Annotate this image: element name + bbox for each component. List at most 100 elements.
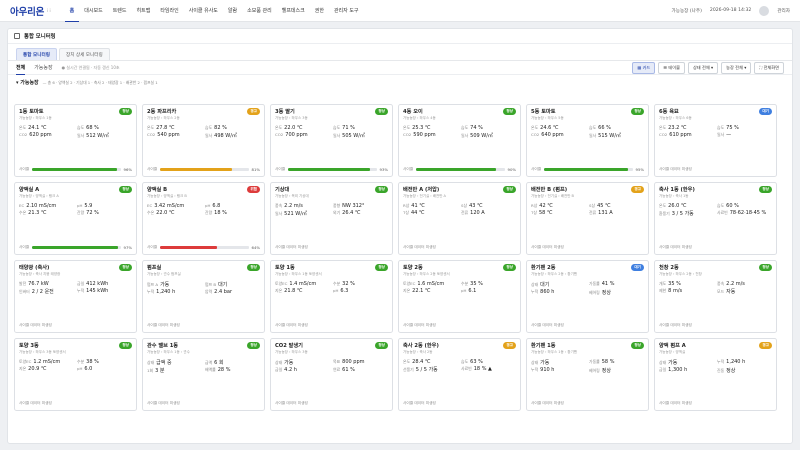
device-card[interactable]: 환기팬 2동 가능농장 › 하우스 2동 › 환기팬 대기 상태 대기 가동률 41… xyxy=(526,260,649,333)
metric-list: 온도 28.4 ℃ 습도 63 % 선풍기 5 / 5 가동 사료빈 18 % … xyxy=(403,359,516,373)
device-card[interactable]: 환기팬 1동 가능농장 › 하우스 1동 › 환기팬 정상 상태 가동 가동률 58… xyxy=(526,338,649,411)
device-card[interactable]: 태양광 (축사) 가능농장 › 축사 지붕 태양광 정상 발전 76.7 kW 금일… xyxy=(14,260,137,333)
status-badge: 정상 xyxy=(759,264,772,271)
nav-item[interactable]: 히트맵 xyxy=(132,0,156,22)
metric-value: 6.8 xyxy=(212,203,221,209)
device-card[interactable]: 관수 밸브 1동 가능농장 › 하우스 1동 › 관수 정상 상태 급액 중 급액 … xyxy=(142,338,265,411)
device-card[interactable]: 배전반 A (저압) 가능농장 › 전기실 › 배전반 A 정상 R상 41 ℃ S… xyxy=(398,182,521,255)
nav-item[interactable]: 트렌드 xyxy=(108,0,132,22)
card-view-button[interactable]: ▦ 카드 xyxy=(632,61,656,74)
metric-label: 토양EC xyxy=(403,281,416,286)
farm-filter-select[interactable]: 농장 전체 ▾ xyxy=(721,61,752,74)
device-card[interactable]: 양액실 B 가능농장 › 양액실 › 탱크 B 위험 EC 3.42 mS/cm p… xyxy=(142,182,265,255)
app-logo[interactable]: 아우리온 xyxy=(10,4,44,18)
cycle-footer: 사이클 데이터 미생성 xyxy=(19,401,132,406)
metric-value: 910 h xyxy=(540,367,555,373)
device-card[interactable]: 기상대 가능농장 › 옥외 기상대 정상 풍속 2.2 m/s 풍향 NW 312°… xyxy=(270,182,393,255)
device-location: 가능농장 › 하우스 3동 xyxy=(275,116,308,120)
device-card[interactable]: 6동 육묘 가능농장 › 하우스 6동 대기 온도 23.2 ℃ 습도 75 % C… xyxy=(654,104,777,177)
device-card[interactable]: 축사 1동 (한우) 가능농장 › 축사 1동 정상 온도 26.0 ℃ 습도 60… xyxy=(654,182,777,255)
nav-item[interactable]: 알람 xyxy=(223,0,242,22)
metric: 목표 800 ppm xyxy=(333,359,388,366)
tab-integrated-monitoring[interactable]: 통합 모니터링 xyxy=(16,48,57,60)
tab-all[interactable]: 전체 xyxy=(16,61,26,75)
metric-label: 수분 xyxy=(461,281,469,286)
metric-label: 풍속 xyxy=(717,281,725,286)
nav-item[interactable]: 사이클 유사도 xyxy=(184,0,223,22)
device-card[interactable]: 5동 토마토 가능농장 › 하우스 5동 정상 온도 24.6 ℃ 습도 66 % … xyxy=(526,104,649,177)
metric-list: 토양EC 1.4 mS/cm 수분 32 % 지온 21.8 ℃ pH 6.3 xyxy=(275,281,388,294)
device-card[interactable]: 토양 1동 가능농장 › 하우스 1동 토양센서 정상 토양EC 1.4 mS/cm… xyxy=(270,260,393,333)
cycle-label: 사이클 데이터 미생성 xyxy=(275,245,308,249)
table-view-button[interactable]: ☰ 테이블 xyxy=(658,61,685,74)
metric-label: 금일 xyxy=(275,367,283,372)
metric-label: 펌프 B xyxy=(205,282,217,287)
device-card[interactable]: 양액실 A 가능농장 › 양액실 › 탱크 A 정상 EC 2.10 mS/cm p… xyxy=(14,182,137,255)
metric-value: 131 A xyxy=(598,210,613,216)
metric: 사료빈 18 % ▲ xyxy=(461,366,516,373)
device-name: 축사 2동 (한우) xyxy=(403,343,439,349)
status-badge: 정상 xyxy=(759,186,772,193)
metric-label: 습도 xyxy=(717,203,725,208)
metric-label: 환풍기 xyxy=(659,211,670,216)
device-card[interactable]: 펌프실 가능농장 › 관수 펌프실 정상 펌프 A 가동 펌프 B 대기 누적 1,… xyxy=(142,260,265,333)
nav-item[interactable]: 권한 xyxy=(310,0,329,22)
device-card[interactable]: 축사 2동 (한우) 가능농장 › 축사 2동 경고 온도 28.4 ℃ 습도 63… xyxy=(398,338,521,411)
metric-value: 412 kWh xyxy=(86,281,109,287)
metric-list: R상 42 ℃ S상 45 ℃ T상 58 ℃ 전류 131 A xyxy=(531,203,644,216)
cycle-percent: 95% xyxy=(635,167,644,172)
metric-label: 제한 xyxy=(659,288,667,293)
device-name: 2동 파프리카 xyxy=(147,109,177,115)
device-card[interactable]: 3동 딸기 가능농장 › 하우스 3동 정상 온도 22.0 ℃ 습도 71 % C… xyxy=(270,104,393,177)
nav-item[interactable]: 헬프데스크 xyxy=(277,0,310,22)
device-card[interactable]: 2동 파프리카 가능농장 › 하우스 2동 경고 온도 27.8 ℃ 습도 82 %… xyxy=(142,104,265,177)
user-name[interactable]: 관리자 xyxy=(777,8,790,14)
device-card[interactable]: 토양 2동 가능농장 › 하우스 2동 토양센서 정상 토양EC 1.6 mS/cm… xyxy=(398,260,521,333)
metric: 급액 6 회 xyxy=(205,359,260,366)
device-name: 5동 토마토 xyxy=(531,109,556,115)
metric-value: 27.8 ℃ xyxy=(156,125,175,131)
metric-label: CO2 xyxy=(19,132,28,137)
nav-item[interactable]: 타임라인 xyxy=(155,0,183,22)
cycle-label: 사이클 데이터 미생성 xyxy=(531,323,564,327)
status-filter-select[interactable]: 상태 전체 ▾ xyxy=(687,61,719,74)
group-name[interactable]: ▾ 가능농장 xyxy=(16,79,39,86)
cycle-label: 사이클 xyxy=(19,245,30,249)
nav-item[interactable]: 소모품 관리 xyxy=(242,0,277,22)
device-card[interactable]: 천창 2동 가능농장 › 하우스 2동 › 천창 정상 개도 35 % 풍속 2.2… xyxy=(654,260,777,333)
device-card[interactable]: 양액 펌프 A 가능농장 › 양액실 경고 상태 가동 누적 1,240 h 금일 … xyxy=(654,338,777,411)
nav-item[interactable]: 관리자 도구 xyxy=(329,0,364,22)
tab-farm[interactable]: 가능농장 xyxy=(34,61,52,74)
metric-list: 상태 가동 누적 1,240 h 금일 1,300 h 진동 정상 xyxy=(659,359,772,374)
metric: 발전 76.7 kW xyxy=(19,281,74,287)
status-badge: 정상 xyxy=(119,186,132,193)
metric-label: 선풍기 xyxy=(403,367,414,372)
metric-label: 배액률 xyxy=(205,367,216,372)
device-card[interactable]: 토양 3동 가능농장 › 하우스 3동 토양센서 정상 토양EC 1.2 mS/cm… xyxy=(14,338,137,411)
device-location: 가능농장 › 전기실 › 배전반 B xyxy=(531,194,574,198)
metric: 수분 32 % xyxy=(333,281,388,287)
metric-list: 온도 23.2 ℃ 습도 75 % CO2 610 ppm 일사 — xyxy=(659,125,772,138)
cycle-label: 사이클 데이터 미생성 xyxy=(531,401,564,405)
device-name: CO2 발생기 xyxy=(275,343,303,349)
metric-label: 금일 xyxy=(659,367,667,372)
metric-value: 8 m/s xyxy=(668,288,683,294)
nav-item[interactable]: 홈 xyxy=(64,0,80,22)
metric-label: 토양EC xyxy=(275,281,288,286)
device-card[interactable]: 1동 토마토 가능농장 › 하우스 1동 정상 온도 24.1 ℃ 습도 68 % … xyxy=(14,104,137,177)
group-header[interactable]: ▾ 가능농장 — 총 6 · 양액실 2 · 기상대 1 · 축사 2 · 태양… xyxy=(8,75,792,88)
device-card[interactable]: 배전반 B (펌프) 가능농장 › 전기실 › 배전반 B 경고 R상 42 ℃ S… xyxy=(526,182,649,255)
metric-list: 상태 가동 가동률 58 % 누적 910 h 베어링 정상 xyxy=(531,359,644,374)
avatar[interactable] xyxy=(759,5,770,16)
panel-checkbox[interactable] xyxy=(14,33,20,39)
metric: 인버터 2 / 2 운전 xyxy=(19,288,74,295)
nav-item[interactable]: 대시보드 xyxy=(79,0,107,22)
metric: 일사 498 W/㎡ xyxy=(205,132,260,139)
device-card[interactable]: CO2 발생기 가능농장 › 하우스 3동 정상 상태 가동 목표 800 ppm … xyxy=(270,338,393,411)
site-selector[interactable]: 가능농장 (나주) xyxy=(672,8,702,14)
device-location: 가능농장 › 축사 2동 xyxy=(403,350,433,354)
tab-device-detail[interactable]: 장치 상세 모니터링 xyxy=(58,48,110,60)
panel-title: 통합 모니터링 xyxy=(24,34,56,40)
fullscreen-button[interactable]: ⛶ 전체화면 xyxy=(754,61,784,74)
device-card[interactable]: 4동 오이 가능농장 › 하우스 4동 정상 온도 25.3 ℃ 습도 74 % C… xyxy=(398,104,521,177)
